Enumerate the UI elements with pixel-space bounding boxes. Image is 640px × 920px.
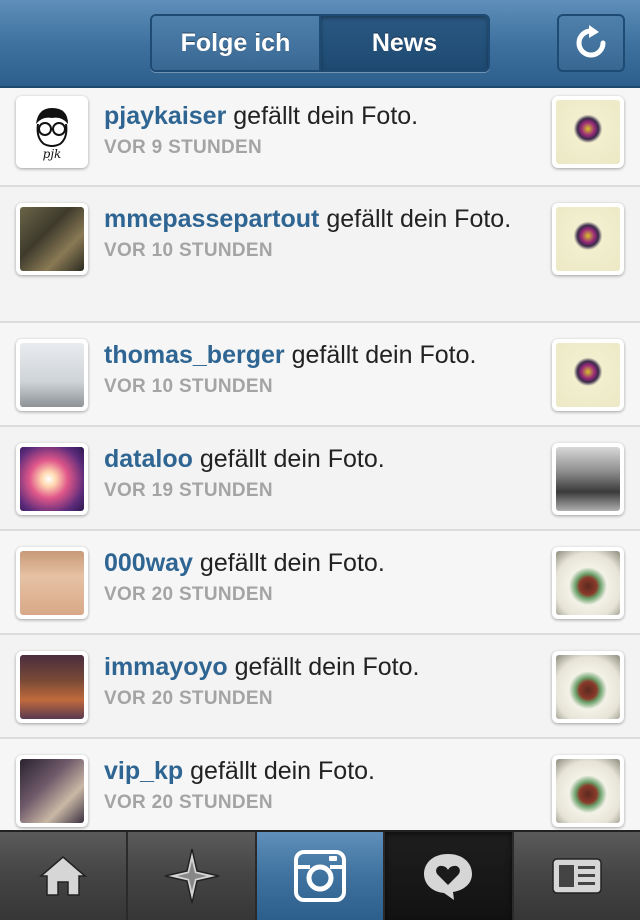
home-icon bbox=[39, 856, 88, 896]
avatar-image: pjk bbox=[20, 100, 84, 164]
list-item[interactable]: mmepassepartout gefällt dein Foto. VOR 1… bbox=[0, 187, 640, 323]
tab-camera[interactable] bbox=[256, 832, 386, 920]
activity-text: mmepassepartout gefällt dein Foto. bbox=[104, 205, 512, 233]
avatar-image bbox=[20, 343, 84, 407]
username-link[interactable]: dataloo bbox=[104, 445, 193, 473]
camera-icon bbox=[294, 850, 347, 902]
refresh-icon bbox=[576, 25, 606, 58]
news-feed-list[interactable]: pjk pjaykaiser gefällt dein Foto. VOR 9 … bbox=[0, 88, 640, 830]
timestamp: VOR 10 STUNDEN bbox=[104, 376, 273, 397]
avatar[interactable]: pjk bbox=[16, 96, 88, 168]
activity-text: immayoyo gefällt dein Foto. bbox=[104, 653, 420, 681]
timestamp: VOR 20 STUNDEN bbox=[104, 792, 273, 813]
list-item[interactable]: thomas_berger gefällt dein Foto. VOR 10 … bbox=[0, 323, 640, 427]
activity-text: 000way gefällt dein Foto. bbox=[104, 549, 385, 577]
liked-photo-thumbnail[interactable] bbox=[552, 443, 624, 515]
liked-photo-thumbnail[interactable] bbox=[552, 339, 624, 411]
list-item[interactable]: immayoyo gefällt dein Foto. VOR 20 STUND… bbox=[0, 635, 640, 739]
activity-text: vip_kp gefällt dein Foto. bbox=[104, 757, 375, 785]
liked-photo-thumbnail[interactable] bbox=[552, 755, 624, 827]
avatar-image bbox=[20, 551, 84, 615]
avatar-image bbox=[20, 447, 84, 511]
username-link[interactable]: immayoyo bbox=[104, 653, 228, 681]
bottom-tab-bar bbox=[0, 830, 640, 920]
avatar[interactable] bbox=[16, 443, 88, 515]
tab-news[interactable]: News bbox=[321, 16, 488, 70]
username-link[interactable]: thomas_berger bbox=[104, 341, 285, 369]
timestamp: VOR 20 STUNDEN bbox=[104, 688, 273, 709]
top-navigation-bar: Folge ich News bbox=[0, 0, 640, 88]
tab-home[interactable] bbox=[0, 832, 129, 920]
segmented-control: Folge ich News bbox=[150, 14, 490, 72]
avatar[interactable] bbox=[16, 339, 88, 411]
avatar-image bbox=[20, 759, 84, 823]
activity-text: thomas_berger gefällt dein Foto. bbox=[104, 341, 477, 369]
avatar-image bbox=[20, 655, 84, 719]
list-item[interactable]: pjk pjaykaiser gefällt dein Foto. VOR 9 … bbox=[0, 88, 640, 187]
tab-folge-ich[interactable]: Folge ich bbox=[152, 16, 321, 70]
liked-photo-thumbnail[interactable] bbox=[552, 547, 624, 619]
timestamp: VOR 19 STUNDEN bbox=[104, 480, 273, 501]
username-link[interactable]: mmepassepartout bbox=[104, 205, 319, 233]
list-item[interactable]: dataloo gefällt dein Foto. VOR 19 STUNDE… bbox=[0, 427, 640, 531]
tab-profile[interactable] bbox=[513, 832, 640, 920]
avatar-image bbox=[20, 207, 84, 271]
liked-photo-thumbnail[interactable] bbox=[552, 203, 624, 275]
liked-photo-thumbnail[interactable] bbox=[552, 651, 624, 723]
tab-news-activity[interactable] bbox=[385, 832, 514, 920]
username-link[interactable]: vip_kp bbox=[104, 757, 183, 785]
profile-icon bbox=[552, 858, 602, 894]
tab-explore[interactable] bbox=[128, 832, 257, 920]
activity-text: pjaykaiser gefällt dein Foto. bbox=[104, 102, 419, 130]
face-drawing-icon: pjk bbox=[36, 108, 68, 161]
avatar[interactable] bbox=[16, 755, 88, 827]
avatar[interactable] bbox=[16, 651, 88, 723]
activity-text: dataloo gefällt dein Foto. bbox=[104, 445, 385, 473]
timestamp: VOR 10 STUNDEN bbox=[104, 240, 273, 261]
liked-photo-thumbnail[interactable] bbox=[552, 96, 624, 168]
list-item[interactable]: 000way gefällt dein Foto. VOR 20 STUNDEN bbox=[0, 531, 640, 635]
timestamp: VOR 20 STUNDEN bbox=[104, 584, 273, 605]
avatar[interactable] bbox=[16, 203, 88, 275]
avatar[interactable] bbox=[16, 547, 88, 619]
explore-icon bbox=[164, 848, 219, 904]
username-link[interactable]: 000way bbox=[104, 549, 193, 577]
list-item[interactable]: vip_kp gefällt dein Foto. VOR 20 STUNDEN bbox=[0, 739, 640, 830]
refresh-button[interactable] bbox=[557, 14, 625, 72]
timestamp: VOR 9 STUNDEN bbox=[104, 137, 263, 158]
username-link[interactable]: pjaykaiser bbox=[104, 102, 226, 130]
svg-text:pjk: pjk bbox=[43, 147, 62, 161]
news-icon bbox=[424, 854, 473, 900]
